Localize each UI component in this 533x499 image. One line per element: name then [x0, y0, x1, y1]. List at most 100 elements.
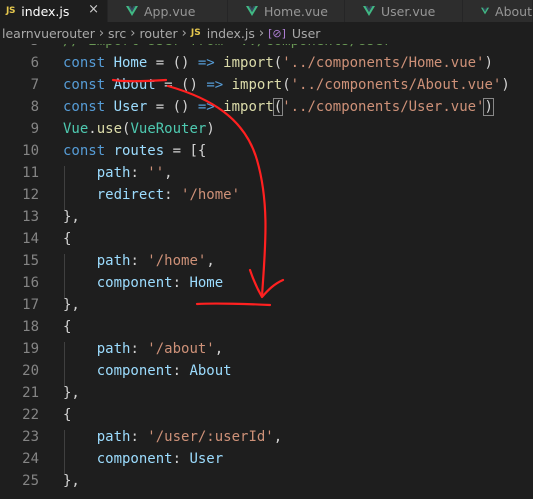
- code-text: const User = () => import('../components…: [63, 96, 494, 118]
- code-token: (: [273, 55, 283, 71]
- code-text: path: '/about',: [63, 338, 223, 360]
- line-number: 7: [30, 77, 39, 93]
- code-line[interactable]: 16 component: Home: [0, 272, 533, 294]
- breadcrumb-item[interactable]: src: [108, 26, 126, 41]
- code-token: ): [484, 55, 493, 71]
- tab-about-vue[interactable]: About: [463, 0, 533, 22]
- line-number: 21: [22, 385, 39, 401]
- tab-index-js[interactable]: JS index.js ×: [0, 0, 108, 22]
- code-token: :: [130, 341, 148, 357]
- code-token: :: [172, 451, 190, 467]
- code-text: const About = () => import('../component…: [63, 74, 510, 96]
- code-line[interactable]: 25},: [0, 470, 533, 492]
- breadcrumb-item[interactable]: User: [292, 26, 321, 41]
- line-number: 8: [30, 99, 39, 115]
- code-line[interactable]: 10 const routes = [{: [0, 140, 533, 162]
- code-token: },: [63, 209, 80, 225]
- code-token: .: [88, 121, 97, 137]
- editor-window: JS index.js × App.vue Home.vue User.vue …: [0, 0, 533, 499]
- code-text: },: [63, 294, 80, 316]
- code-token: About: [113, 77, 156, 93]
- code-token: import: [223, 99, 274, 115]
- tab-label: User.vue: [381, 3, 436, 19]
- code-line[interactable]: 21},: [0, 382, 533, 404]
- chevron-right-icon: ›: [130, 25, 136, 41]
- line-number: 25: [22, 473, 39, 489]
- tab-label: Home.vue: [264, 3, 328, 19]
- code-text: component: About: [63, 360, 232, 382]
- code-token: User: [189, 451, 224, 467]
- code-line[interactable]: 14 {: [0, 228, 533, 250]
- close-icon[interactable]: ×: [88, 2, 99, 17]
- code-text: {: [63, 228, 71, 250]
- code-token: =>: [197, 55, 215, 71]
- code-token: use: [96, 121, 123, 137]
- code-line[interactable]: 17},: [0, 294, 533, 316]
- line-number: 10: [22, 143, 39, 159]
- code-line[interactable]: 23 path: '/user/:userId',: [0, 426, 533, 448]
- breadcrumb-item[interactable]: router: [140, 26, 178, 41]
- line-number: 16: [22, 275, 39, 291]
- code-line[interactable]: 20 component: About: [0, 360, 533, 382]
- code-token: {: [63, 231, 72, 247]
- code-line[interactable]: 6 const Home = () => import('../component…: [0, 52, 533, 74]
- code-line[interactable]: 8 const User = () => import('../component…: [0, 96, 533, 118]
- code-token: Vue: [63, 121, 89, 137]
- code-line[interactable]: 7 const About = () => import('../componen…: [0, 74, 533, 96]
- code-token: '../components/About.vue': [290, 77, 502, 93]
- code-text: {: [63, 316, 71, 338]
- code-token: path: [96, 165, 131, 181]
- code-line[interactable]: 18 {: [0, 316, 533, 338]
- code-token: path: [96, 341, 131, 357]
- chevron-right-icon: ›: [258, 25, 265, 41]
- code-token: const: [63, 143, 114, 159]
- code-line[interactable]: 22 {: [0, 404, 533, 426]
- code-token: component: [96, 275, 173, 291]
- tab-bar: JS index.js × App.vue Home.vue User.vue …: [0, 0, 533, 22]
- line-number: 20: [22, 363, 39, 379]
- line-number: 22: [22, 407, 39, 423]
- code-token: const: [63, 99, 114, 115]
- code-line[interactable]: 12 redirect: '/home': [0, 184, 533, 206]
- code-token: component: [96, 451, 173, 467]
- symbol-variable-icon: [⊘]: [268, 26, 286, 40]
- line-number: 24: [22, 451, 39, 467]
- code-line[interactable]: 15 path: '/home',: [0, 250, 533, 272]
- tab-app-vue[interactable]: App.vue: [108, 0, 228, 22]
- vue-icon: [363, 6, 375, 16]
- code-token: = (): [147, 55, 198, 71]
- line-number: 15: [22, 253, 39, 269]
- code-line[interactable]: 13},: [0, 206, 533, 228]
- line-number: 17: [22, 297, 39, 313]
- tab-user-vue[interactable]: User.vue: [345, 0, 463, 22]
- code-text: {: [63, 404, 71, 426]
- code-token: ,: [206, 253, 215, 269]
- code-token: = (): [155, 77, 207, 93]
- breadcrumb-item[interactable]: learnvuerouter: [2, 26, 95, 41]
- code-token: :: [130, 253, 148, 269]
- code-token: ): [206, 121, 215, 137]
- code-token: About: [189, 363, 232, 379]
- code-token: Home: [113, 55, 148, 71]
- code-line[interactable]: 19 path: '/about',: [0, 338, 533, 360]
- code-text: Vue.use(VueRouter): [63, 118, 215, 140]
- code-editor[interactable]: 5// import User from '../components/User…: [0, 34, 533, 499]
- code-line[interactable]: 9 Vue.use(VueRouter): [0, 118, 533, 140]
- code-token: },: [63, 473, 80, 489]
- code-text: },: [63, 470, 80, 492]
- code-token: VueRouter: [130, 121, 207, 137]
- code-token: {: [63, 319, 72, 335]
- code-line[interactable]: 11 path: '',: [0, 162, 533, 184]
- code-line[interactable]: 24 component: User: [0, 448, 533, 470]
- code-token: path: [96, 429, 131, 445]
- tab-home-vue[interactable]: Home.vue: [228, 0, 345, 22]
- code-token: (: [272, 98, 284, 116]
- breadcrumb-item[interactable]: index.js: [207, 26, 255, 41]
- js-file-icon: JS: [6, 6, 16, 16]
